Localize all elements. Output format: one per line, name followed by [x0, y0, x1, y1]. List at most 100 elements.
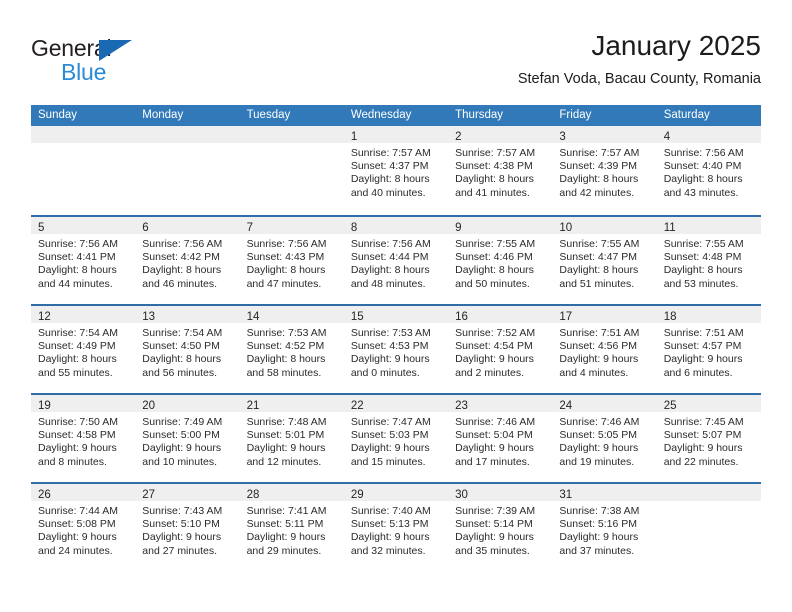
daylight-line-1: Daylight: 8 hours [559, 173, 639, 186]
weekday-header-friday: Friday [559, 109, 592, 121]
day-cell[interactable]: 24 Sunrise: 7:46 AM Sunset: 5:05 PM Dayligh… [552, 395, 657, 482]
day-number: 10 [559, 222, 573, 234]
calendar-week-row: 19 Sunrise: 7:50 AM Sunset: 4:58 PM Dayligh… [31, 393, 761, 482]
day-cell[interactable]: 31 Sunrise: 7:38 AM Sunset: 5:16 PM Dayligh… [552, 484, 657, 571]
day-details: Sunrise: 7:57 AM Sunset: 4:37 PM Daylight:… [344, 143, 448, 200]
sunset-line: Sunset: 5:14 PM [455, 518, 533, 531]
day-details: Sunrise: 7:40 AM Sunset: 5:13 PM Daylight:… [344, 501, 448, 558]
generalblue-logo[interactable]: General Blue [31, 36, 201, 92]
day-number: 12 [38, 311, 51, 323]
daylight-line-2: and 10 minutes. [142, 455, 217, 468]
sunset-line: Sunset: 4:58 PM [38, 429, 116, 442]
day-cell[interactable]: 1 Sunrise: 7:57 AM Sunset: 4:37 PM Daylight… [343, 126, 449, 215]
day-number-bar: 12 [31, 306, 136, 323]
day-number-bar: 26 [31, 484, 136, 501]
day-details: Sunrise: 7:44 AM Sunset: 5:08 PM Daylight:… [31, 501, 135, 558]
day-number-bar: 19 [31, 395, 136, 412]
day-number-bar: 23 [448, 395, 553, 412]
day-cell[interactable]: 26 Sunrise: 7:44 AM Sunset: 5:08 PM Dayligh… [31, 484, 136, 571]
day-cell[interactable]: 4 Sunrise: 7:56 AM Sunset: 4:40 PM Daylight… [656, 126, 761, 215]
daylight-line-2: and 2 minutes. [455, 366, 525, 379]
day-cell[interactable]: 28 Sunrise: 7:41 AM Sunset: 5:11 PM Dayligh… [239, 484, 344, 571]
weekday-header-thursday: Thursday [455, 109, 504, 121]
daylight-line-1: Daylight: 8 hours [38, 353, 117, 366]
daylight-line-2: and 55 minutes. [38, 366, 113, 379]
day-cell[interactable]: 11 Sunrise: 7:55 AM Sunset: 4:48 PM Dayligh… [656, 217, 761, 304]
daylight-line-2: and 4 minutes. [559, 366, 629, 379]
day-number: 16 [455, 311, 468, 323]
day-number: 14 [246, 311, 260, 323]
daylight-line-2: and 19 minutes. [559, 455, 635, 468]
day-cell[interactable]: 15 Sunrise: 7:53 AM Sunset: 4:53 PM Dayligh… [343, 306, 449, 393]
day-cell[interactable]: 16 Sunrise: 7:52 AM Sunset: 4:54 PM Dayligh… [448, 306, 553, 393]
title-block: January 2025 Stefan Voda, Bacau County, … [518, 28, 761, 90]
day-number-bar: 7 [239, 217, 344, 234]
day-cell[interactable]: 25 Sunrise: 7:45 AM Sunset: 5:07 PM Dayligh… [656, 395, 761, 482]
day-number: 3 [559, 131, 566, 143]
sunset-line: Sunset: 5:13 PM [350, 518, 429, 531]
day-number-bar: 16 [448, 306, 553, 323]
day-details: Sunrise: 7:57 AM Sunset: 4:38 PM Daylight:… [448, 143, 552, 200]
day-cell[interactable]: 18 Sunrise: 7:51 AM Sunset: 4:57 PM Dayligh… [656, 306, 761, 393]
day-cell[interactable]: 2 Sunrise: 7:57 AM Sunset: 4:38 PM Daylight… [448, 126, 553, 215]
day-cell[interactable]: 12 Sunrise: 7:54 AM Sunset: 4:49 PM Dayligh… [31, 306, 136, 393]
day-cell[interactable]: 23 Sunrise: 7:46 AM Sunset: 5:04 PM Dayligh… [448, 395, 553, 482]
daylight-line-1: Daylight: 8 hours [142, 353, 222, 366]
day-number-bar: 10 [552, 217, 657, 234]
sunrise-line: Sunrise: 7:40 AM [350, 505, 431, 517]
day-cell[interactable]: 29 Sunrise: 7:40 AM Sunset: 5:13 PM Dayligh… [343, 484, 449, 571]
day-cell[interactable]: 7 Sunrise: 7:56 AM Sunset: 4:43 PM Daylight… [239, 217, 344, 304]
day-number-bar: 2 [448, 126, 553, 143]
daylight-line-2: and 24 minutes. [38, 544, 113, 557]
daylight-line-1: Daylight: 8 hours [455, 264, 534, 277]
calendar-weeks: 1 Sunrise: 7:57 AM Sunset: 4:37 PM Daylight… [31, 126, 761, 571]
day-number-bar: 28 [239, 484, 344, 501]
calendar-week-row: 26 Sunrise: 7:44 AM Sunset: 5:08 PM Dayligh… [31, 482, 761, 571]
daylight-line-2: and 47 minutes. [246, 277, 322, 290]
sunset-line: Sunset: 5:05 PM [559, 429, 638, 442]
sunrise-line: Sunrise: 7:51 AM [663, 327, 744, 339]
weekday-header-tuesday: Tuesday [246, 109, 291, 121]
sunset-line: Sunset: 5:08 PM [38, 518, 116, 531]
day-details: Sunrise: 7:53 AM Sunset: 4:53 PM Daylight:… [344, 323, 448, 380]
day-details: Sunrise: 7:46 AM Sunset: 5:05 PM Daylight:… [552, 412, 656, 469]
day-cell[interactable]: 17 Sunrise: 7:51 AM Sunset: 4:56 PM Dayligh… [552, 306, 657, 393]
daylight-line-2: and 8 minutes. [38, 455, 107, 468]
daylight-line-2: and 22 minutes. [663, 455, 739, 468]
day-cell[interactable]: 30 Sunrise: 7:39 AM Sunset: 5:14 PM Dayligh… [448, 484, 553, 571]
day-details: Sunrise: 7:51 AM Sunset: 4:56 PM Daylight:… [552, 323, 656, 380]
day-details: Sunrise: 7:56 AM Sunset: 4:43 PM Daylight:… [240, 234, 344, 291]
sunset-line: Sunset: 4:54 PM [455, 340, 533, 353]
day-cell[interactable]: 8 Sunrise: 7:56 AM Sunset: 4:44 PM Daylight… [343, 217, 449, 304]
sunset-line: Sunset: 5:10 PM [142, 518, 220, 531]
sunset-line: Sunset: 4:56 PM [559, 340, 638, 353]
day-cell[interactable]: 14 Sunrise: 7:53 AM Sunset: 4:52 PM Dayligh… [239, 306, 344, 393]
daylight-line-1: Daylight: 8 hours [350, 173, 430, 186]
day-cell[interactable]: 19 Sunrise: 7:50 AM Sunset: 4:58 PM Dayligh… [31, 395, 136, 482]
day-cell[interactable]: 6 Sunrise: 7:56 AM Sunset: 4:42 PM Daylight… [135, 217, 240, 304]
daylight-line-2: and 15 minutes. [350, 455, 426, 468]
sunset-line: Sunset: 5:16 PM [559, 518, 638, 531]
day-cell[interactable]: 5 Sunrise: 7:56 AM Sunset: 4:41 PM Daylight… [31, 217, 136, 304]
day-details: Sunrise: 7:45 AM Sunset: 5:07 PM Daylight:… [657, 412, 761, 469]
logo-triangle-icon [99, 40, 132, 61]
sunrise-line: Sunrise: 7:47 AM [350, 416, 431, 428]
day-cell[interactable]: 13 Sunrise: 7:54 AM Sunset: 4:50 PM Dayligh… [135, 306, 240, 393]
day-cell[interactable]: 3 Sunrise: 7:57 AM Sunset: 4:39 PM Daylight… [552, 126, 657, 215]
calendar-page: General Blue January 2025 Stefan Voda, B… [0, 0, 792, 612]
day-cell[interactable]: 22 Sunrise: 7:47 AM Sunset: 5:03 PM Dayligh… [343, 395, 449, 482]
day-cell[interactable]: 21 Sunrise: 7:48 AM Sunset: 5:01 PM Dayligh… [239, 395, 344, 482]
day-number: 22 [350, 400, 364, 412]
sunrise-line: Sunrise: 7:56 AM [142, 238, 223, 250]
day-number: 21 [246, 400, 260, 412]
day-number: 6 [142, 222, 149, 234]
day-details: Sunrise: 7:43 AM Sunset: 5:10 PM Daylight:… [135, 501, 239, 558]
day-cell[interactable]: 9 Sunrise: 7:55 AM Sunset: 4:46 PM Daylight… [448, 217, 553, 304]
day-cell[interactable]: 27 Sunrise: 7:43 AM Sunset: 5:10 PM Dayligh… [135, 484, 240, 571]
day-cell[interactable]: 20 Sunrise: 7:49 AM Sunset: 5:00 PM Dayligh… [135, 395, 240, 482]
daylight-line-2: and 37 minutes. [559, 544, 635, 557]
weekday-header-monday: Monday [142, 109, 184, 121]
day-cell[interactable]: 10 Sunrise: 7:55 AM Sunset: 4:47 PM Dayligh… [552, 217, 657, 304]
weekday-header-saturday: Saturday [663, 109, 710, 121]
sunset-line: Sunset: 4:48 PM [663, 251, 742, 264]
